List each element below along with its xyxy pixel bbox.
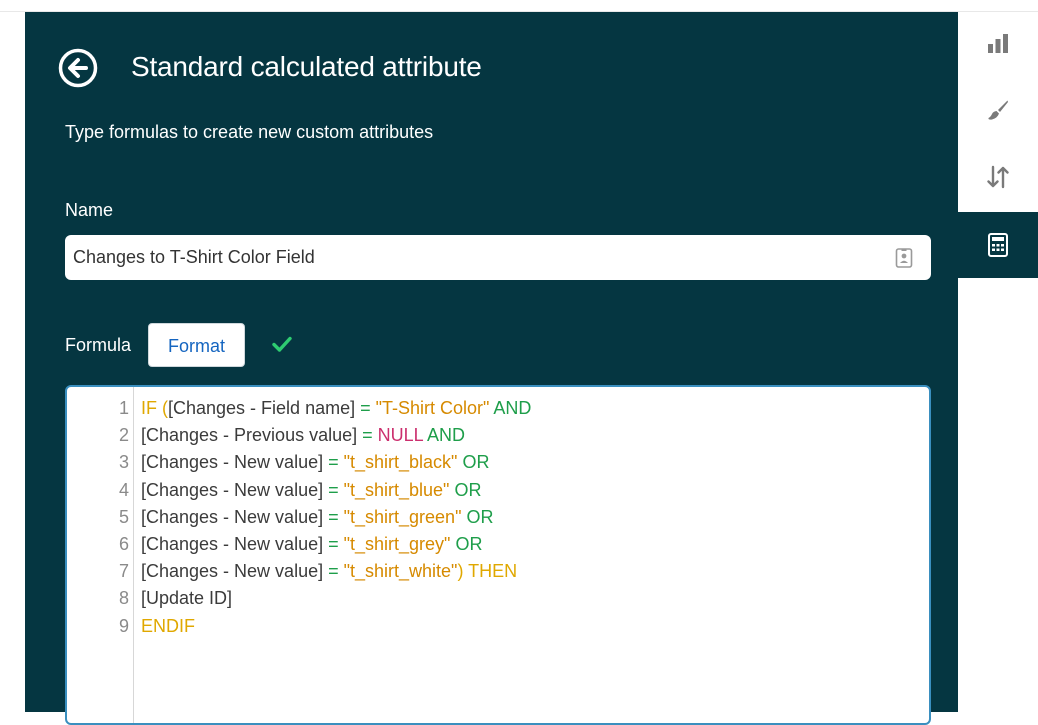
line-number: 9 — [118, 615, 129, 636]
code-token: = — [323, 534, 344, 554]
code-token: "t_shirt_green" — [343, 506, 462, 527]
code-token: [Changes - New value] — [141, 479, 324, 500]
circle-arrow-left-icon — [58, 48, 98, 88]
code-token: ENDIF — [141, 615, 195, 636]
code-token: "t_shirt_blue" — [343, 479, 450, 500]
name-input[interactable] — [73, 235, 873, 280]
rail-item-charts[interactable] — [958, 12, 1038, 78]
line-number: 2 — [118, 425, 129, 446]
code-text: IF ([Changes - Field name] = "T-Shirt Co… — [141, 395, 531, 422]
code-token: AND — [423, 425, 466, 446]
code-token: [Update ID] — [141, 588, 233, 609]
code-token: OR — [461, 506, 494, 527]
right-tool-rail — [958, 12, 1038, 712]
code-token: "t_shirt_grey" — [343, 534, 451, 554]
back-button[interactable] — [58, 48, 98, 88]
rail-item-format[interactable] — [958, 78, 1038, 144]
code-token: = — [323, 452, 344, 473]
line-number: 8 — [118, 588, 129, 609]
line-number: 3 — [118, 452, 129, 473]
code-token: OR — [450, 534, 483, 554]
line-number: 1 — [118, 398, 129, 418]
formula-editor[interactable]: 1 IF ([Changes - Field name] = "T-Shirt C… — [65, 385, 931, 725]
code-token: AND — [489, 398, 532, 418]
line-number: 4 — [118, 479, 129, 500]
page-subtitle: Type formulas to create new custom attri… — [65, 122, 434, 142]
code-text: [Changes - New value] = "t_shirt_grey" O… — [141, 531, 482, 558]
code-text: ENDIF — [141, 613, 195, 640]
code-token: = — [323, 506, 344, 527]
name-field[interactable] — [65, 235, 931, 280]
code-token: = — [323, 479, 344, 500]
contact-card-icon[interactable] — [895, 248, 913, 268]
code-text: [Update ID] — [141, 585, 232, 612]
code-token: [Changes - Field name] — [168, 398, 356, 418]
code-token: [Changes - New value] — [141, 534, 324, 554]
sort-arrows-icon — [987, 165, 1009, 189]
checkmark-icon — [272, 336, 292, 352]
formula-label: Formula — [65, 335, 132, 355]
code-text: [Changes - New value] = "t_shirt_blue" O… — [141, 477, 481, 504]
code-token: = — [355, 398, 376, 418]
line-number: 5 — [118, 506, 129, 527]
code-token: [Changes - New value] — [141, 506, 324, 527]
code-token: [Changes - New value] — [141, 452, 324, 473]
format-button[interactable]: Format — [148, 323, 245, 367]
rail-item-sort[interactable] — [958, 144, 1038, 210]
code-token: "t_shirt_black" — [343, 452, 458, 473]
code-token: [Changes - Previous value] — [141, 425, 358, 446]
rail-item-calculator[interactable] — [958, 212, 1038, 278]
calculated-attribute-panel: Standard calculated attribute Type formu… — [25, 12, 958, 725]
code-token: = — [357, 425, 378, 446]
calculator-icon — [988, 233, 1008, 257]
bar-chart-icon — [988, 34, 1008, 53]
paintbrush-icon — [988, 100, 1008, 120]
code-token: [Changes - New value] — [141, 561, 324, 582]
code-token: OR — [457, 452, 490, 473]
name-label: Name — [65, 200, 114, 220]
line-number: 6 — [118, 534, 129, 554]
code-text: [Changes - New value] = "t_shirt_black" … — [141, 449, 489, 476]
code-token: ) THEN — [457, 561, 518, 582]
code-token: "t_shirt_white" — [343, 561, 458, 582]
code-token: = — [323, 561, 344, 582]
line-number: 7 — [118, 561, 129, 582]
code-text: [Changes - Previous value] = NULL AND — [141, 422, 465, 449]
code-token: OR — [449, 479, 482, 500]
code-text: [Changes - New value] = "t_shirt_green" … — [141, 504, 493, 531]
code-token: "T-Shirt Color" — [375, 398, 490, 418]
code-text: [Changes - New value] = "t_shirt_white")… — [141, 558, 517, 585]
code-token: IF ( — [141, 398, 168, 418]
page-title: Standard calculated attribute — [131, 51, 482, 82]
code-token: NULL — [377, 425, 423, 446]
top-strip — [0, 0, 1038, 12]
